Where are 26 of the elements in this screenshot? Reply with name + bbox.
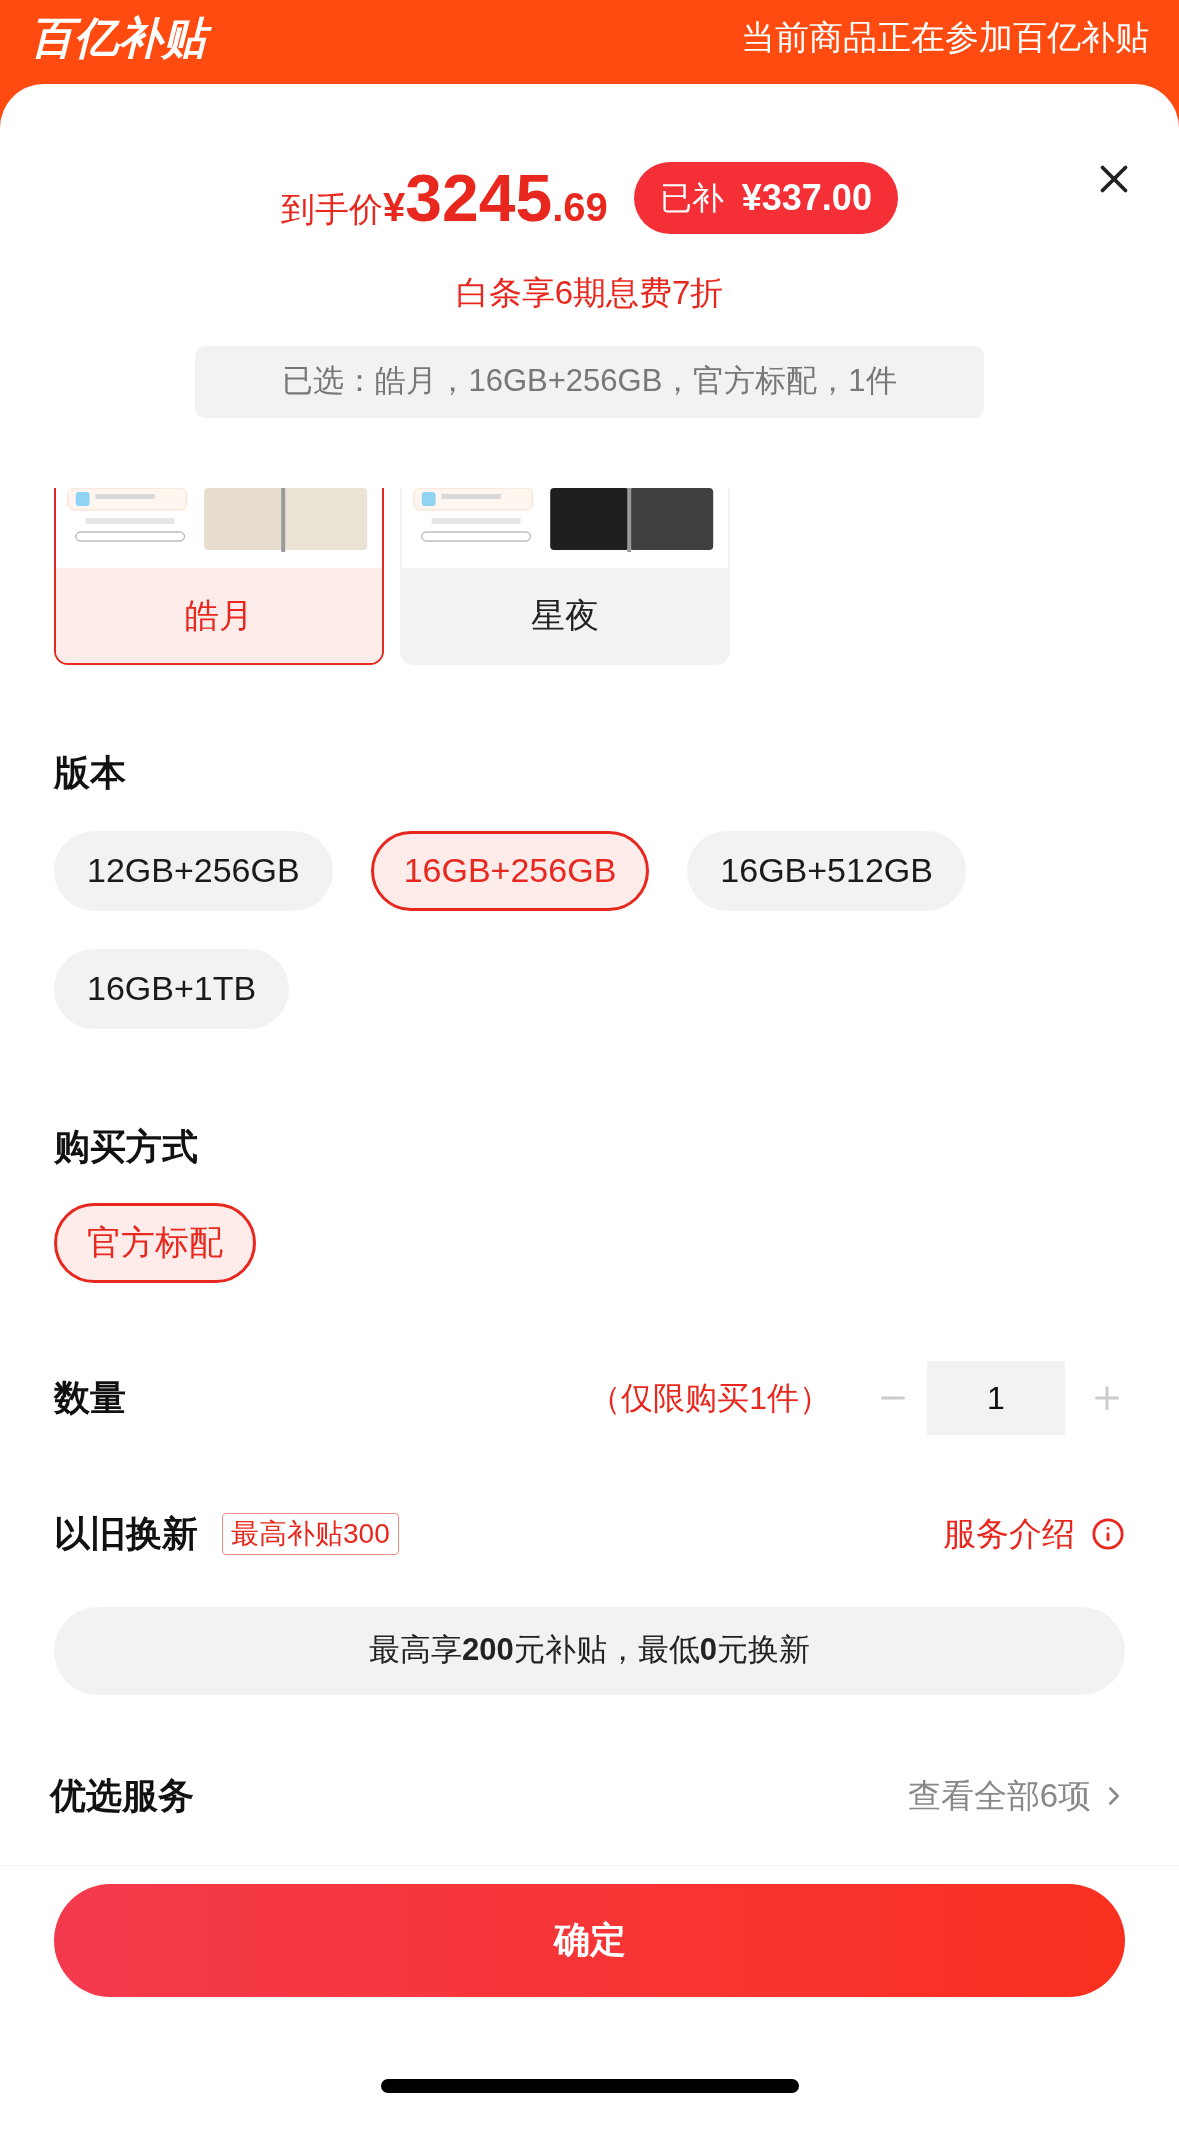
- section-title: 版本: [52, 754, 127, 791]
- purchase-limit: （仅限购买1件）: [589, 1378, 831, 1418]
- color-option[interactable]: 皓月: [54, 487, 384, 665]
- option-chip[interactable]: 16GB+1TB: [54, 948, 290, 1029]
- subsidy-tag: 最高补贴300: [222, 1512, 399, 1555]
- quantity-field[interactable]: 1: [927, 1360, 1065, 1435]
- trade-in-info: 最高享200元补贴，最低0元换新: [54, 1606, 1125, 1695]
- section-title: 优选服务: [50, 1773, 194, 1818]
- confirm-button[interactable]: 确定: [54, 1883, 1125, 1997]
- section-title: 数量: [54, 1375, 126, 1420]
- info-icon[interactable]: [1091, 1516, 1125, 1551]
- final-price: 到手价¥3245.69: [281, 165, 608, 231]
- installment-offer: 白条享6期息费7折: [454, 273, 725, 313]
- section-title: 购买方式: [53, 1128, 199, 1165]
- view-all-link[interactable]: 查看全部6项: [907, 1770, 1091, 1821]
- selected-summary: 已选：皓月，16GB+256GB，官方标配，1件: [195, 345, 984, 418]
- promo-notice: 当前商品正在参加百亿补贴: [741, 20, 1149, 54]
- option-chip[interactable]: 16GB+256GB: [370, 830, 650, 911]
- logo: 百亿补贴: [30, 10, 216, 66]
- subsidy-badge: 已补 ¥337.00: [633, 162, 898, 234]
- section-title: 以旧换新: [54, 1511, 198, 1556]
- option-chip[interactable]: 12GB+256GB: [54, 830, 333, 911]
- option-chip[interactable]: 官方标配: [54, 1202, 256, 1283]
- option-chip[interactable]: 16GB+512GB: [687, 830, 966, 911]
- service-info-link[interactable]: 服务介绍: [943, 1508, 1075, 1559]
- color-option[interactable]: 星夜: [400, 487, 730, 665]
